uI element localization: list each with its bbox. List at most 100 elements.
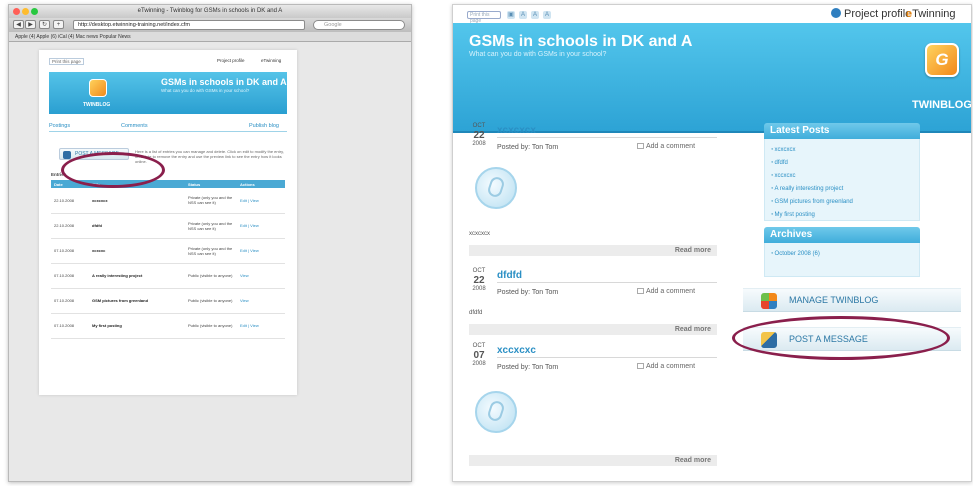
latest-post-link[interactable]: A really interesting project xyxy=(771,182,913,195)
close-window-icon[interactable] xyxy=(13,8,20,15)
browser-window: eTwinning - Twinblog for GSMs in schools… xyxy=(8,4,412,482)
blog-admin-page: Print this page Project profile eTwinnin… xyxy=(39,50,297,395)
post-date: OCT 22 2008 xyxy=(469,268,489,306)
entry-actions[interactable]: Edit | View xyxy=(240,248,259,253)
entry-status: Private (only you and the NSS can see it… xyxy=(185,188,237,214)
search-field[interactable]: Google xyxy=(313,20,405,30)
add-comment-link[interactable]: Add a comment xyxy=(637,288,695,295)
entry-status: Public (visible to anyone) xyxy=(185,313,237,339)
latest-posts-heading: Latest Posts xyxy=(764,123,920,139)
reload-icon[interactable]: ↻ xyxy=(39,20,50,29)
post-month: OCT xyxy=(472,123,486,129)
entry-actions[interactable]: View xyxy=(240,273,249,278)
url-field[interactable]: http://desktop.etwinning-training.net/in… xyxy=(73,20,305,30)
add-comment-label: Add a comment xyxy=(646,363,696,370)
project-profile-link[interactable]: Project profile xyxy=(217,58,245,63)
comment-icon xyxy=(637,363,644,369)
entry-date: 22.10.2008 xyxy=(51,213,89,239)
latest-post-link[interactable]: dfdfd xyxy=(771,156,913,169)
font-larger-icon[interactable]: A xyxy=(531,11,539,19)
post-year: 2008 xyxy=(472,286,486,292)
read-more-link[interactable]: Read more xyxy=(469,245,717,256)
entry-date: 07.10.2008 xyxy=(51,288,89,314)
project-profile-label: Project profile xyxy=(844,8,912,20)
back-icon[interactable]: ◀ xyxy=(13,20,24,29)
entry-date: 22.10.2008 xyxy=(51,188,89,214)
latest-post-link[interactable]: xccxcxc xyxy=(771,169,913,182)
blog-post: OCT 22 2008 xcxcxcx Posted by: Ton Tom A… xyxy=(469,123,717,261)
font-largest-icon[interactable]: A xyxy=(543,11,551,19)
placeholder-image-icon xyxy=(475,391,517,433)
post-author: Posted by: Ton Tom xyxy=(497,289,559,296)
entry-actions[interactable]: Edit | View xyxy=(240,198,259,203)
post-excerpt: xcxcxcx xyxy=(469,231,490,237)
publish-blog-link[interactable]: Publish blog xyxy=(249,123,279,129)
latest-post-link[interactable]: xcxcxcx xyxy=(771,143,913,156)
archives-heading: Archives xyxy=(764,227,920,243)
post-month: OCT xyxy=(472,343,486,349)
blog-banner: GSMs in schools in DK and A What can you… xyxy=(453,23,971,133)
placeholder-glyph xyxy=(486,399,506,423)
blog-title: GSMs in schools in DK and A xyxy=(161,77,287,87)
entry-actions[interactable]: Edit | View xyxy=(240,223,259,228)
top-bar: Print this page ▣ A A A Project profile … xyxy=(453,5,971,24)
zoomed-blog-page: Print this page ▣ A A A Project profile … xyxy=(452,4,972,482)
divider xyxy=(497,282,717,283)
post-excerpt: dfdfd xyxy=(469,310,483,316)
entry-status: Private (only you and the NSS can see it… xyxy=(185,238,237,264)
blog-banner: TWINBLOG GSMs in schools in DK and A Wha… xyxy=(49,72,287,114)
font-smaller-icon[interactable]: A xyxy=(519,11,527,19)
table-row: 07.10.2008 A really interesting project … xyxy=(51,263,285,289)
tab-postings[interactable]: Postings xyxy=(49,123,70,129)
post-day: 07 xyxy=(473,350,485,361)
entry-title: GSM pictures from greenland xyxy=(89,288,185,314)
add-comment-label: Add a comment xyxy=(646,288,696,295)
etwinning-link[interactable]: eTwinning xyxy=(906,8,956,20)
table-row: 07.10.2008 GSM pictures from greenland P… xyxy=(51,288,285,314)
project-profile-link[interactable]: Project profile xyxy=(831,8,911,20)
blog-post: OCT 22 2008 dfdfd Posted by: Ton Tom Add… xyxy=(469,268,717,338)
latest-post-link[interactable]: My first posting xyxy=(771,208,913,221)
admin-tabs: Postings Comments Publish blog xyxy=(49,123,287,132)
manage-twinblog-label: MANAGE TWINBLOG xyxy=(789,295,879,305)
entry-date: 07.10.2008 xyxy=(51,313,89,339)
post-day: 22 xyxy=(473,275,485,286)
read-more-link[interactable]: Read more xyxy=(469,324,717,335)
post-title-link[interactable]: dfdfd xyxy=(497,270,522,281)
post-title-link[interactable]: xccxcxc xyxy=(497,345,536,356)
add-comment-link[interactable]: Add a comment xyxy=(637,143,695,150)
etwinning-link[interactable]: eTwinning xyxy=(261,58,281,63)
entry-actions[interactable]: Edit | View xyxy=(240,323,259,328)
add-bookmark-icon[interactable]: + xyxy=(53,20,64,29)
zoom-window-icon[interactable] xyxy=(31,8,38,15)
forward-icon[interactable]: ▶ xyxy=(25,20,36,29)
divider xyxy=(497,137,717,138)
col-actions: Actions xyxy=(237,180,285,188)
post-month: OCT xyxy=(472,268,486,274)
divider xyxy=(497,357,717,358)
entry-title: A really interesting project xyxy=(89,263,185,289)
browser-toolbar: ◀ ▶ ↻ + http://desktop.etwinning-trainin… xyxy=(9,18,411,32)
manage-twinblog-button[interactable]: MANAGE TWINBLOG xyxy=(743,288,961,312)
placeholder-glyph xyxy=(486,175,506,199)
read-more-link[interactable]: Read more xyxy=(469,455,717,466)
post-author: Posted by: Ton Tom xyxy=(497,144,559,151)
archive-link[interactable]: October 2008 (6) xyxy=(771,247,913,260)
comment-icon xyxy=(637,143,644,149)
print-page-button[interactable]: Print this page xyxy=(467,11,501,24)
table-row: 07.10.2008 xcxcxc Private (only you and … xyxy=(51,238,285,264)
latest-post-link[interactable]: GSM pictures from greenland xyxy=(771,195,913,208)
print-icon[interactable]: ▣ xyxy=(507,11,515,19)
post-author: Posted by: Ton Tom xyxy=(497,364,559,371)
add-comment-link[interactable]: Add a comment xyxy=(637,363,695,370)
bookmarks-bar[interactable]: Apple (4) Apple (6) iCal (4) Mac news Po… xyxy=(9,32,411,42)
blog-title: GSMs in schools in DK and A xyxy=(469,33,693,50)
entry-actions[interactable]: View xyxy=(240,298,249,303)
blog-subtitle: What can you do with GSMs in your school… xyxy=(469,51,607,58)
post-title-link[interactable]: xcxcxcx xyxy=(497,125,536,136)
tab-comments[interactable]: Comments xyxy=(121,123,148,129)
entries-table: Date Title Status Actions 22.10.2008 xcx… xyxy=(51,180,285,339)
archives-list: October 2008 (6) xyxy=(764,243,920,277)
print-page-button[interactable]: Print this page xyxy=(49,58,84,65)
minimize-window-icon[interactable] xyxy=(22,8,29,15)
